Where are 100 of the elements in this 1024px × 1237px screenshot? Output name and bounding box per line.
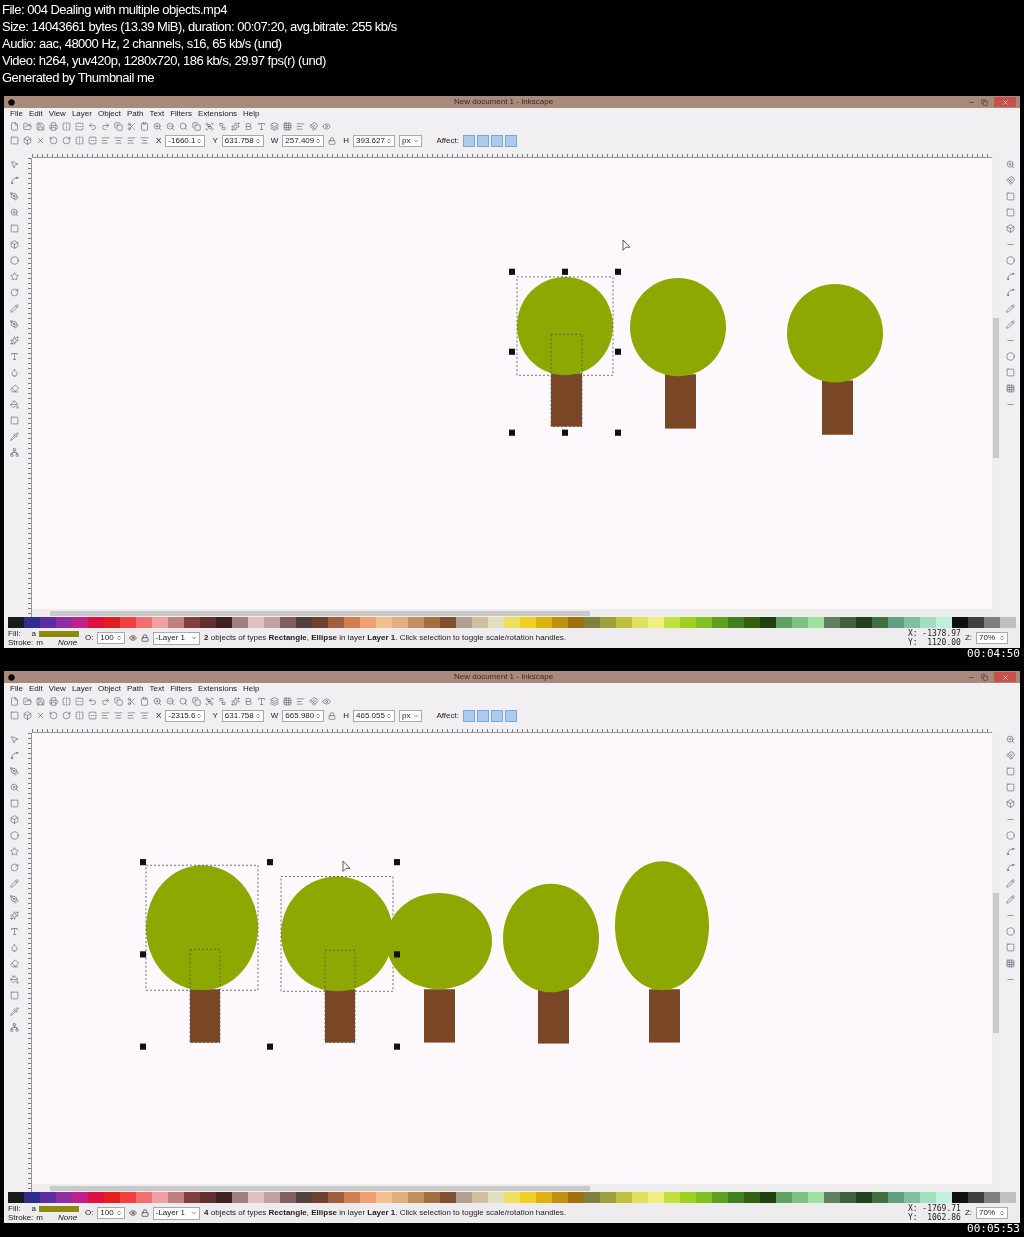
lower-bottom-icon[interactable]: [140, 136, 149, 145]
align-icon[interactable]: [296, 697, 305, 706]
redo-icon[interactable]: [101, 697, 110, 706]
menu-item[interactable]: Layer: [71, 110, 92, 118]
menu-item[interactable]: Path: [127, 685, 144, 693]
menu-item[interactable]: Object: [97, 685, 122, 693]
opacity-field[interactable]: 100: [97, 1207, 125, 1219]
deselect-icon[interactable]: [36, 711, 45, 720]
scale-handle[interactable]: [562, 268, 568, 275]
affect-toggles[interactable]: [462, 134, 517, 147]
spin-field[interactable]: 631.758: [221, 709, 264, 722]
tree-drawing[interactable]: [280, 876, 394, 1043]
connector-icon[interactable]: [9, 1023, 19, 1032]
zoom-icon[interactable]: [9, 208, 19, 217]
spin-field[interactable]: 631.758: [221, 134, 264, 147]
zoom-field[interactable]: 70%: [976, 632, 1008, 644]
menu-item[interactable]: Text: [149, 110, 165, 118]
rotate-cw-icon[interactable]: [62, 711, 71, 720]
lower-icon[interactable]: [114, 136, 123, 145]
spray-icon[interactable]: [9, 943, 19, 952]
duplicate-icon[interactable]: [192, 697, 201, 706]
rotate-ccw-icon[interactable]: [49, 136, 58, 145]
pointer-icon[interactable]: [9, 160, 19, 169]
printer-icon[interactable]: [49, 697, 58, 706]
new-file-icon[interactable]: [10, 697, 19, 706]
spin-field[interactable]: -1660.1: [165, 134, 206, 147]
fill-swatch[interactable]: [38, 1205, 79, 1212]
text-icon[interactable]: [9, 352, 19, 361]
zoom-icon[interactable]: [9, 783, 19, 792]
raise-top-icon[interactable]: [127, 136, 136, 145]
spin-arrows-icon[interactable]: [115, 635, 122, 641]
undo-icon[interactable]: [88, 122, 97, 131]
calligraphy-icon[interactable]: [9, 911, 19, 920]
spin-arrows-icon[interactable]: [196, 712, 203, 719]
text-icon[interactable]: [257, 122, 266, 131]
raise-top-icon[interactable]: [127, 711, 136, 720]
scale-handle[interactable]: [394, 859, 400, 866]
group-icon[interactable]: [205, 122, 214, 131]
scale-handle[interactable]: [394, 1043, 400, 1050]
opacity-field[interactable]: 100: [97, 632, 125, 644]
snap-edge-icon[interactable]: [1005, 783, 1015, 792]
snap-page-icon[interactable]: [1005, 943, 1015, 952]
cube-icon[interactable]: [9, 240, 19, 249]
scissors-icon[interactable]: [127, 122, 136, 131]
horizontal-scrollbar[interactable]: [32, 609, 992, 617]
close-button[interactable]: [994, 97, 1016, 107]
lock-icon[interactable]: [140, 1209, 149, 1217]
spiral-icon[interactable]: [9, 863, 19, 872]
snap-bbox-icon[interactable]: [1005, 767, 1015, 776]
snap-cusp-icon[interactable]: [1005, 879, 1015, 888]
bucket-icon[interactable]: [9, 975, 19, 984]
horizontal-scrollbar[interactable]: [32, 1184, 992, 1192]
fill-icon[interactable]: [231, 697, 240, 706]
menu-item[interactable]: Path: [127, 110, 144, 118]
select-all-icon[interactable]: [10, 711, 19, 720]
flip-vertical-icon[interactable]: [88, 711, 97, 720]
duplicate-icon[interactable]: [192, 122, 201, 131]
lock-icon[interactable]: [140, 634, 149, 642]
save-icon[interactable]: [36, 697, 45, 706]
clipboard-icon[interactable]: [140, 697, 149, 706]
ungroup-icon[interactable]: [218, 697, 227, 706]
tree-drawing[interactable]: [386, 892, 492, 1043]
tree-drawing[interactable]: [516, 276, 614, 427]
zoom-in-icon[interactable]: [153, 122, 162, 131]
menu-item[interactable]: Extensions: [197, 685, 238, 693]
snap-center-icon[interactable]: [1005, 256, 1015, 265]
restore-icon[interactable]: [981, 673, 988, 681]
snap-page-icon[interactable]: [1005, 368, 1015, 377]
rectangle-icon[interactable]: [9, 224, 19, 233]
menu-item[interactable]: Filters: [170, 110, 192, 118]
snap-icon[interactable]: [309, 697, 318, 706]
snap-icon[interactable]: [1005, 751, 1015, 760]
spin-arrows-icon[interactable]: [115, 1210, 122, 1216]
tweak-icon[interactable]: [9, 767, 19, 776]
redo-icon[interactable]: [101, 122, 110, 131]
tree-drawing[interactable]: [503, 883, 599, 1044]
snap-object-icon[interactable]: [1005, 352, 1015, 361]
select-all-icon[interactable]: [10, 136, 19, 145]
zoom-out-icon[interactable]: [166, 697, 175, 706]
snap-smooth-icon[interactable]: [1005, 320, 1015, 329]
fill-icon[interactable]: [231, 122, 240, 131]
layer-dropdown[interactable]: -Layer 1: [152, 1206, 201, 1220]
snap-icon[interactable]: [1005, 176, 1015, 185]
menu-item[interactable]: Edit: [28, 110, 43, 118]
scale-handle[interactable]: [562, 429, 568, 436]
star-icon[interactable]: [9, 847, 19, 856]
snap-path-icon[interactable]: [1005, 288, 1015, 297]
grid-icon[interactable]: [283, 697, 292, 706]
folder-icon[interactable]: [23, 122, 32, 131]
lock-icon[interactable]: [328, 136, 337, 145]
zoom-icon[interactable]: [1005, 160, 1015, 169]
vertical-scrollbar[interactable]: [992, 158, 1000, 617]
spin-arrows-icon[interactable]: [385, 712, 392, 719]
search-icon[interactable]: [179, 697, 188, 706]
scale-handle[interactable]: [509, 268, 515, 275]
bucket-icon[interactable]: [9, 400, 19, 409]
grid-icon[interactable]: [283, 122, 292, 131]
scale-handle[interactable]: [615, 268, 621, 275]
tree-drawing[interactable]: [787, 284, 883, 435]
menu-item[interactable]: Object: [97, 110, 122, 118]
